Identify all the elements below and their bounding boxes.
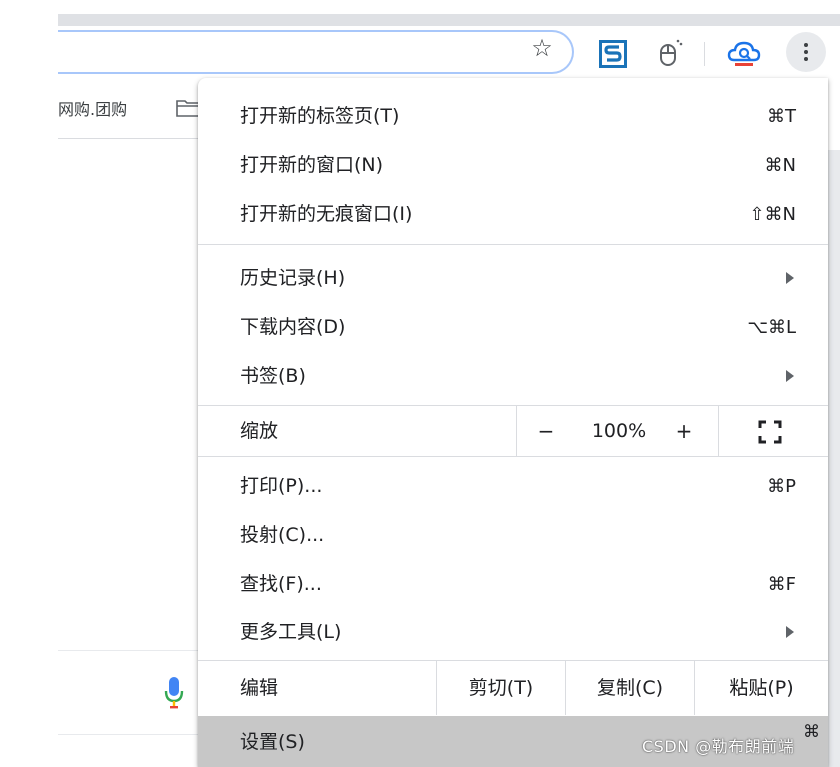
bookmark-star-icon[interactable]: ☆ — [528, 34, 556, 62]
menu-item-shortcut: ⌘P — [767, 476, 796, 497]
zoom-level: 100% — [591, 420, 647, 442]
submenu-arrow-icon — [786, 626, 794, 638]
menu-item-shortcut: ⌘ — [803, 722, 820, 742]
menu-item-label: 更多工具(L) — [240, 621, 342, 643]
edit-label: 编辑 — [240, 677, 279, 699]
menu-item-new-tab[interactable]: 打开新的标签页(T) ⌘T — [198, 92, 828, 141]
chrome-main-menu: 打开新的标签页(T) ⌘T 打开新的窗口(N) ⌘N 打开新的无痕窗口(I) ⇧… — [198, 78, 828, 767]
menu-item-shortcut: ⌘T — [767, 106, 796, 127]
copy-button[interactable]: 复制(C) — [566, 661, 694, 715]
menu-item-label: 下载内容(D) — [240, 316, 346, 338]
submenu-arrow-icon — [786, 370, 794, 382]
menu-item-label: 设置(S) — [240, 731, 305, 753]
menu-item-find[interactable]: 查找(F)... ⌘F — [198, 560, 828, 609]
cut-button[interactable]: 剪切(T) — [437, 661, 565, 715]
menu-item-cast[interactable]: 投射(C)... — [198, 511, 828, 560]
paste-button[interactable]: 粘贴(P) — [695, 661, 828, 715]
bookmark-item[interactable]: 网购.团购 — [58, 96, 127, 120]
zoom-out-button[interactable]: − — [516, 406, 576, 456]
menu-item-label: 历史记录(H) — [240, 267, 346, 289]
menu-item-label: 打开新的窗口(N) — [240, 154, 384, 176]
zoom-in-button[interactable]: + — [654, 406, 714, 456]
menu-edit-row: 编辑 剪切(T) 复制(C) 粘贴(P) — [198, 661, 828, 715]
browser-toolbar: ☆ — [58, 26, 840, 84]
menu-separator — [198, 244, 828, 245]
search-box-edge — [58, 650, 218, 651]
csdn-watermark: CSDN @勒布朗前端 — [642, 737, 795, 756]
three-dots-vertical-icon — [804, 43, 808, 47]
menu-item-shortcut: ⌘N — [764, 155, 796, 176]
menu-item-label: 查找(F)... — [240, 573, 322, 595]
bookmarks-bar: 网购.团购 — [58, 84, 218, 136]
zoom-cell-divider — [718, 406, 719, 456]
menu-item-label: 打开新的无痕窗口(I) — [240, 203, 413, 225]
menu-item-label: 打开新的标签页(T) — [240, 105, 400, 127]
cloud-extension-icon[interactable] — [726, 36, 762, 72]
menu-item-label: 投射(C)... — [240, 524, 325, 546]
menu-item-more-tools[interactable]: 更多工具(L) — [198, 608, 828, 657]
submenu-arrow-icon — [786, 272, 794, 284]
tab-strip — [58, 14, 840, 26]
folder-icon[interactable] — [176, 98, 200, 118]
menu-item-shortcut: ⌥⌘L — [747, 317, 796, 338]
microphone-icon[interactable] — [164, 676, 184, 710]
fullscreen-icon[interactable] — [758, 420, 782, 444]
menu-separator — [198, 456, 828, 457]
address-bar[interactable] — [58, 30, 574, 74]
menu-item-history[interactable]: 历史记录(H) — [198, 254, 828, 303]
menu-zoom-row: 缩放 − 100% + — [198, 406, 828, 456]
toolbar-separator — [704, 42, 705, 66]
menu-item-new-window[interactable]: 打开新的窗口(N) ⌘N — [198, 141, 828, 190]
page-scrollbar[interactable] — [826, 150, 840, 767]
window-top — [0, 0, 840, 14]
menu-item-new-incognito-window[interactable]: 打开新的无痕窗口(I) ⇧⌘N — [198, 190, 828, 239]
menu-item-bookmarks[interactable]: 书签(B) — [198, 352, 828, 401]
menu-item-label: 打印(P)... — [240, 475, 323, 497]
search-box-edge — [58, 734, 218, 735]
mouse-extension-icon[interactable] — [656, 38, 684, 68]
menu-item-shortcut: ⇧⌘N — [749, 204, 796, 225]
menu-item-shortcut: ⌘F — [767, 574, 796, 595]
menu-item-print[interactable]: 打印(P)... ⌘P — [198, 462, 828, 511]
menu-item-label: 书签(B) — [240, 365, 306, 387]
chrome-menu-button[interactable] — [786, 32, 826, 72]
menu-item-downloads[interactable]: 下载内容(D) ⌥⌘L — [198, 303, 828, 352]
zoom-label: 缩放 — [240, 420, 279, 442]
s-extension-icon[interactable] — [598, 39, 628, 69]
